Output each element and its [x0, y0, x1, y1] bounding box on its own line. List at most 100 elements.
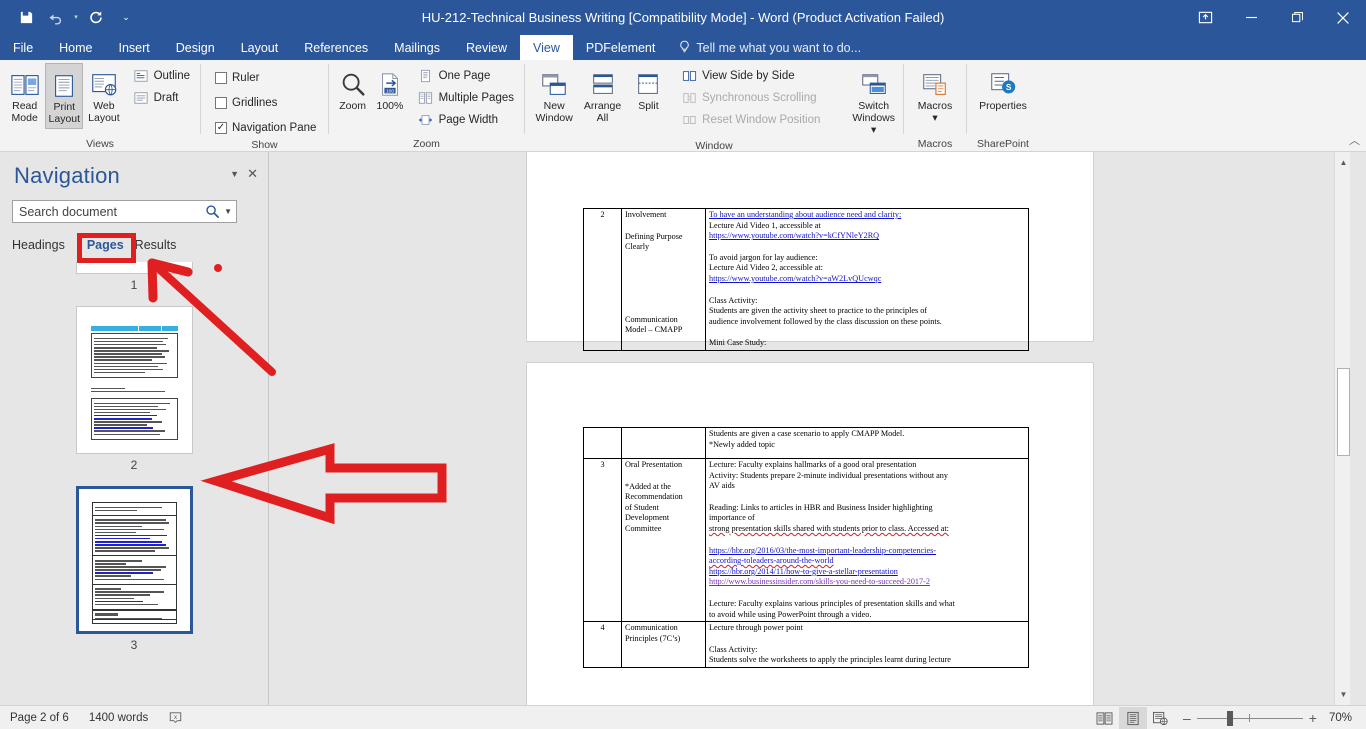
undo-dropdown-icon[interactable]: ▾: [72, 5, 80, 31]
body-line-link[interactable]: according-toleaders-around-the-world: [709, 556, 1025, 567]
body-line-link[interactable]: https://www.youtube.com/watch?v=aW2LvQUc…: [709, 274, 1025, 285]
scroll-down-arrow[interactable]: ▼: [1336, 686, 1350, 703]
tab-file[interactable]: File: [0, 35, 46, 60]
new-window-label-1: New: [543, 100, 565, 112]
search-document-box[interactable]: ▼: [12, 200, 237, 223]
search-icon[interactable]: [205, 204, 220, 219]
row-number-cell: 4: [583, 621, 622, 668]
view-side-by-side-button[interactable]: View Side by Side: [677, 65, 824, 86]
ruler-checkbox-box: [215, 71, 227, 84]
scroll-up-arrow[interactable]: ▲: [1336, 154, 1350, 171]
tab-insert[interactable]: Insert: [106, 35, 163, 60]
tab-review[interactable]: Review: [453, 35, 520, 60]
print-layout-view-button[interactable]: [1118, 707, 1147, 729]
close-button[interactable]: [1320, 0, 1366, 35]
tab-view[interactable]: View: [520, 35, 573, 60]
row-body-cell: To have an understanding about audience …: [705, 208, 1029, 351]
zoom-level-label[interactable]: 70%: [1325, 712, 1366, 724]
synchronous-scrolling-icon: [681, 90, 697, 106]
navigation-pane-checkbox[interactable]: ✓ Navigation Pane: [211, 117, 320, 138]
body-line: AV aids: [709, 481, 735, 491]
views-group-label: Views: [86, 138, 114, 150]
split-button[interactable]: Split: [628, 63, 669, 115]
thumbnail-item-1[interactable]: 1: [0, 262, 268, 306]
zoom-group-label: Zoom: [413, 138, 440, 150]
page-thumbnail-1[interactable]: [75, 262, 193, 274]
nav-tab-pages[interactable]: Pages: [76, 238, 135, 252]
document-page-3[interactable]: Students are given a case scenario to ap…: [526, 362, 1094, 705]
window-title: HU-212-Technical Business Writing [Compa…: [421, 10, 945, 25]
tab-mailings[interactable]: Mailings: [381, 35, 453, 60]
switch-windows-button[interactable]: Switch Windows ▾: [850, 63, 897, 139]
ribbon-display-options-icon[interactable]: [1182, 0, 1228, 35]
magnifier-icon: [338, 66, 368, 100]
print-layout-button[interactable]: Print Layout: [45, 63, 84, 129]
vertical-scrollbar[interactable]: ▲ ▲ ▼: [1334, 152, 1350, 705]
one-page-button[interactable]: One Page: [414, 65, 518, 86]
document-page-2[interactable]: 2 Involvement Defining Purpose Clearly C…: [526, 152, 1094, 351]
tab-home[interactable]: Home: [46, 35, 105, 60]
body-line-link[interactable]: https://hbr.org/2014/11/how-to-give-a-st…: [709, 567, 1025, 578]
page-thumbnail-2[interactable]: [75, 306, 193, 454]
gridlines-checkbox[interactable]: Gridlines: [211, 92, 320, 113]
nav-tab-results[interactable]: Results: [135, 238, 188, 252]
properties-button[interactable]: S Properties: [975, 63, 1031, 115]
zoom-slider[interactable]: – +: [1181, 707, 1319, 729]
page-thumbnail-3[interactable]: [75, 486, 193, 634]
zoom-100-button[interactable]: 100 100%: [372, 63, 407, 115]
read-mode-button[interactable]: Read Mode: [6, 63, 43, 127]
web-layout-view-button[interactable]: [1147, 707, 1175, 729]
minimize-button[interactable]: [1228, 0, 1274, 35]
split-label: Split: [638, 100, 659, 112]
body-line: Lecture Aid Video 1, accessible at: [709, 220, 821, 230]
web-layout-button[interactable]: Web Layout: [85, 63, 122, 127]
zoom-slider-handle[interactable]: [1226, 711, 1233, 726]
collapse-ribbon-icon[interactable]: ︿: [1349, 132, 1360, 148]
body-blank: [709, 327, 1025, 338]
draft-button[interactable]: Draft: [129, 87, 194, 108]
ribbon-group-show: Ruler Gridlines ✓ Navigation Pane Show: [201, 60, 328, 152]
scroll-thumb[interactable]: [1337, 368, 1350, 456]
proofing-status-icon[interactable]: x: [158, 711, 193, 725]
zoom-slider-track[interactable]: [1196, 718, 1303, 719]
chevron-down-icon[interactable]: ▼: [230, 169, 239, 179]
search-input[interactable]: [19, 204, 206, 219]
page-indicator[interactable]: Page 2 of 6: [0, 712, 79, 724]
macros-button[interactable]: Macros ▾: [910, 63, 960, 127]
multiple-pages-button[interactable]: Multiple Pages: [414, 87, 518, 108]
thumbnail-item-2[interactable]: 2: [0, 306, 268, 486]
body-line-link[interactable]: To have an understanding about audience …: [709, 210, 1025, 221]
zoom-in-button[interactable]: +: [1309, 710, 1317, 726]
body-line: importance of: [709, 513, 755, 523]
arrange-all-button[interactable]: Arrange All: [579, 63, 625, 127]
restore-button[interactable]: [1274, 0, 1320, 35]
save-icon[interactable]: [12, 5, 40, 31]
word-count[interactable]: 1400 words: [79, 712, 158, 724]
body-line-link[interactable]: https://www.youtube.com/watch?v=kCfYNleY…: [709, 231, 1025, 242]
redo-icon[interactable]: [82, 5, 110, 31]
page-thumbnail-list[interactable]: 1 2 3: [0, 262, 268, 705]
read-mode-view-button[interactable]: [1091, 707, 1119, 729]
close-icon[interactable]: ✕: [247, 166, 258, 182]
nav-tab-headings[interactable]: Headings: [12, 238, 76, 252]
search-options-chevron-icon[interactable]: ▼: [224, 207, 232, 216]
page-width-button[interactable]: Page Width: [414, 109, 518, 130]
thumbnail-item-3[interactable]: 3: [0, 486, 268, 666]
body-line-link[interactable]: https://hbr.org/2016/03/the-most-importa…: [709, 546, 1025, 557]
properties-label: Properties: [979, 100, 1027, 112]
customize-qat-icon[interactable]: ⌄: [112, 5, 140, 31]
ruler-checkbox[interactable]: Ruler: [211, 67, 320, 88]
undo-icon[interactable]: [42, 5, 70, 31]
outline-button[interactable]: Outline: [129, 65, 194, 86]
body-line-link-visited[interactable]: http://www.businessinsider.com/skills-yo…: [709, 577, 1025, 588]
zoom-button[interactable]: Zoom: [335, 63, 370, 115]
tab-layout[interactable]: Layout: [228, 35, 292, 60]
tab-references[interactable]: References: [291, 35, 381, 60]
zoom-out-button[interactable]: –: [1183, 710, 1191, 726]
document-canvas[interactable]: 2 Involvement Defining Purpose Clearly C…: [269, 152, 1350, 705]
arrange-all-label-1: Arrange: [583, 100, 622, 112]
new-window-button[interactable]: New Window: [531, 63, 577, 127]
tell-me-box[interactable]: Tell me what you want to do...: [668, 35, 871, 60]
tab-pdfelement[interactable]: PDFelement: [573, 35, 668, 60]
tab-design[interactable]: Design: [163, 35, 228, 60]
